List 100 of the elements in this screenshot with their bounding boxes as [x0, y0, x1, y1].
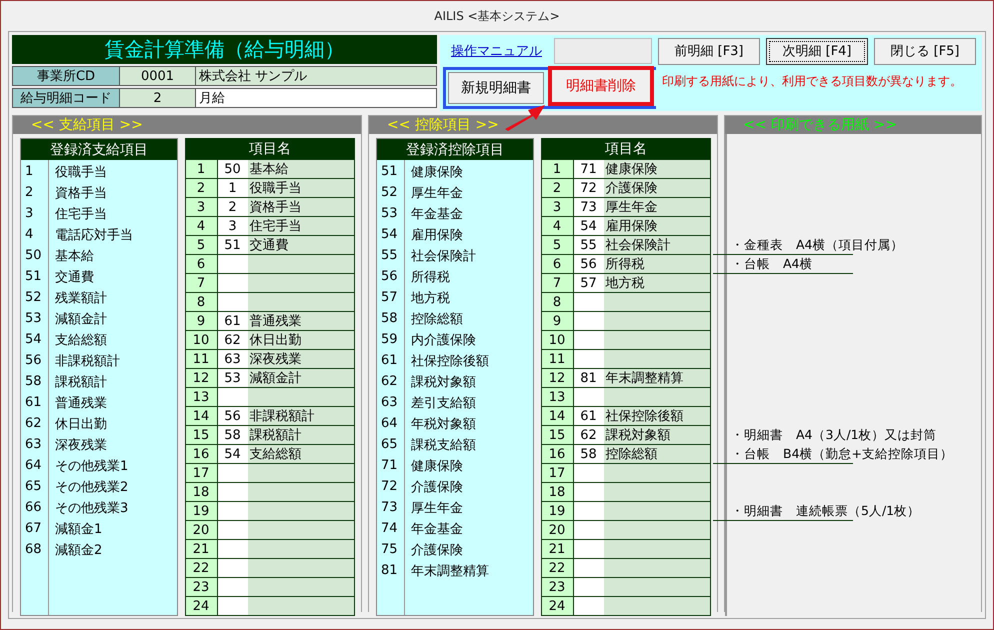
code-cell[interactable] — [574, 597, 604, 615]
empty-field[interactable] — [554, 38, 652, 64]
row-number: 3 — [542, 198, 574, 216]
name-cell: 介護保険 — [604, 179, 710, 197]
row-number: 18 — [186, 483, 218, 501]
arrow-annotation — [505, 105, 545, 131]
code-cell[interactable] — [574, 521, 604, 539]
row-number: 14 — [186, 407, 218, 425]
code-cell[interactable] — [574, 502, 604, 520]
item-name: 地方税 — [410, 290, 451, 306]
code-cell[interactable]: 55 — [574, 236, 604, 254]
item-code: 63 — [24, 437, 43, 452]
code-cell[interactable]: 1 — [218, 179, 248, 197]
name-cell: 所得税 — [604, 255, 710, 273]
code-cell[interactable] — [574, 578, 604, 596]
item-code: 81 — [380, 563, 399, 578]
code-cell[interactable]: 51 — [218, 236, 248, 254]
nav-button[interactable]: 閉じる [F5] — [874, 38, 976, 64]
code-cell[interactable] — [574, 350, 604, 368]
code-cell[interactable] — [218, 464, 248, 482]
registered-list[interactable]: 登録済控除項目 51 健康保険 52 厚生年金 53 年金基金 54 雇用保険 55 社会保険計 56 所得税 57 地方税 58 控除総額 59 内介護保険 61 社保控除後額 62 課税対象額 63 差引支給額 64 年税対象額 65 課税支給額 71 健康保険 72 介護保険 73 厚生年金 74 年金基金 75 介護保険 81 年末調整精算 — [376, 138, 534, 616]
code-cell[interactable]: 54 — [218, 445, 248, 463]
paper-note: ・明細書 連続帳票（5人/1枚） — [730, 503, 920, 520]
section-header: << 支給項目 >> — [13, 116, 361, 134]
registered-list[interactable]: 登録済支給項目 1 役職手当 2 資格手当 3 住宅手当 4 電話応対手当 50 基本給 51 交通費 52 残業額計 53 減額金計 54 支給総額 56 非課税額計 58 課税額計 61 普通残業 62 休日出勤 63 深夜残業 64 その他残業1 65 その他残業2 66 その他残業3 67 減額金1 68 減額金2 — [20, 138, 178, 616]
code-cell[interactable] — [574, 464, 604, 482]
item-name: 介護保険 — [410, 478, 464, 496]
code-cell[interactable] — [574, 312, 604, 330]
code-cell[interactable] — [218, 559, 248, 577]
new-button[interactable]: 新規明細書 — [448, 72, 544, 104]
item-name: 住宅手当 — [54, 206, 108, 222]
name-cell: 深夜残業 — [248, 350, 354, 368]
nav-button[interactable]: 次明細 [F4] — [766, 38, 868, 64]
code-cell[interactable] — [218, 521, 248, 539]
code-cell[interactable] — [218, 502, 248, 520]
row-number: 7 — [542, 274, 574, 292]
code-cell[interactable]: 81 — [574, 369, 604, 387]
code-cell[interactable] — [218, 483, 248, 501]
item-name: 課税額計 — [54, 374, 108, 390]
item-code: 62 — [380, 374, 399, 389]
item-code: 50 — [24, 248, 43, 263]
code-cell[interactable] — [574, 540, 604, 558]
code-cell[interactable]: 3 — [218, 217, 248, 235]
code-cell[interactable] — [218, 255, 248, 273]
code-cell[interactable]: 73 — [574, 198, 604, 216]
row-number: 23 — [186, 578, 218, 596]
name-cell: 非課税額計 — [248, 407, 354, 425]
code-cell[interactable] — [218, 578, 248, 596]
code-cell[interactable]: 56 — [574, 255, 604, 273]
row-number: 2 — [542, 179, 574, 197]
item-code: 54 — [24, 332, 43, 347]
row-number: 10 — [186, 331, 218, 349]
name-cell: 役職手当 — [248, 179, 354, 197]
code-cell[interactable]: 58 — [574, 445, 604, 463]
code-cell[interactable] — [218, 274, 248, 292]
code-cell[interactable]: 62 — [574, 426, 604, 444]
code-cell[interactable]: 58 — [218, 426, 248, 444]
row-number: 5 — [186, 236, 218, 254]
name-cell: 健康保険 — [604, 160, 710, 178]
item-name: 非課税額計 — [54, 352, 121, 370]
row-number: 13 — [542, 388, 574, 406]
code-cell[interactable]: 72 — [574, 179, 604, 197]
code-cell[interactable] — [574, 559, 604, 577]
delete-button[interactable]: 明細書削除 — [548, 66, 654, 106]
code-cell[interactable] — [218, 540, 248, 558]
row-number: 21 — [542, 540, 574, 558]
code-cell[interactable]: 2 — [218, 198, 248, 216]
nav-button[interactable]: 前明細 [F3] — [658, 38, 760, 64]
code-cell[interactable]: 61 — [574, 407, 604, 425]
item-name: 年金基金 — [410, 206, 464, 222]
code-cell[interactable]: 71 — [574, 160, 604, 178]
row-number: 17 — [186, 464, 218, 482]
row-number: 16 — [186, 445, 218, 463]
item-code: 52 — [24, 290, 43, 305]
row-number: 22 — [186, 559, 218, 577]
code-cell[interactable]: 62 — [218, 331, 248, 349]
item-name: その他残業2 — [54, 478, 130, 496]
manual-link[interactable]: 操作マニュアル — [451, 42, 542, 60]
notice-text: 印刷する用紙により、利用できる項目数が異なります。 — [662, 73, 962, 90]
code-cell[interactable] — [574, 483, 604, 501]
code-cell[interactable]: 56 — [218, 407, 248, 425]
code-cell[interactable]: 63 — [218, 350, 248, 368]
code-cell[interactable]: 61 — [218, 312, 248, 330]
code-cell[interactable] — [218, 388, 248, 406]
code-cell[interactable] — [218, 597, 248, 615]
code-cell[interactable]: 57 — [574, 274, 604, 292]
row-number: 13 — [186, 388, 218, 406]
code-cell[interactable]: 50 — [218, 160, 248, 178]
item-name: 厚生年金 — [410, 184, 464, 202]
item-code: 65 — [380, 437, 399, 452]
item-name: 所得税 — [410, 268, 451, 286]
code-cell[interactable]: 53 — [218, 369, 248, 387]
code-cell[interactable] — [574, 293, 604, 311]
name-cell: 雇用保険 — [604, 217, 710, 235]
code-cell[interactable]: 54 — [574, 217, 604, 235]
code-cell[interactable] — [574, 331, 604, 349]
item-code: 64 — [24, 458, 43, 473]
code-cell[interactable] — [574, 388, 604, 406]
code-cell[interactable] — [218, 293, 248, 311]
row-number: 6 — [186, 255, 218, 273]
